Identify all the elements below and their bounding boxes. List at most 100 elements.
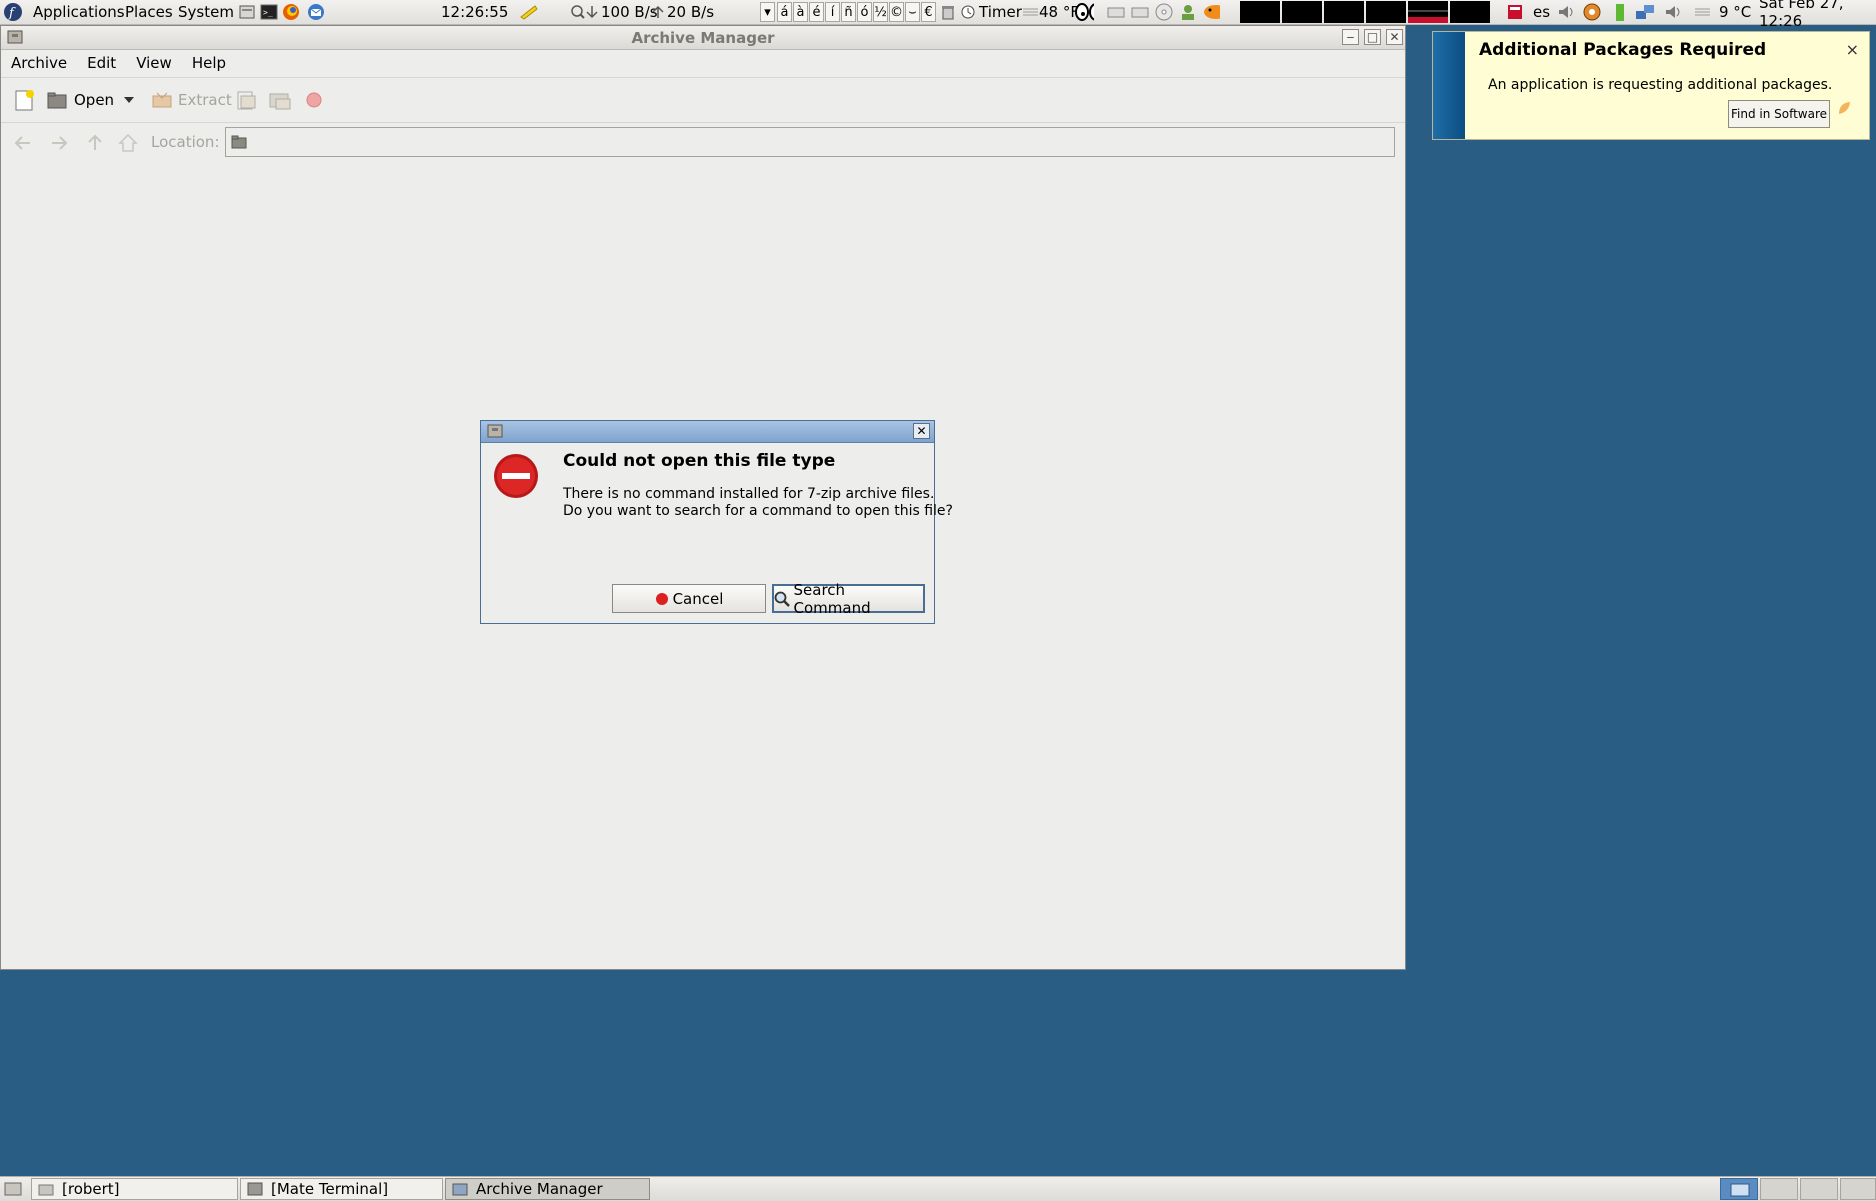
search-command-button[interactable]: Search Command: [772, 581, 925, 617]
thunderbird-launcher-icon[interactable]: [305, 0, 327, 24]
menu-archive[interactable]: Archive: [1, 54, 77, 72]
terminal-icon: [247, 1182, 263, 1196]
open-recent-chevron-down-icon[interactable]: [122, 78, 136, 122]
location-label: Location:: [151, 133, 220, 151]
menu-system[interactable]: System: [178, 0, 234, 24]
fish-wanda-icon[interactable]: [1200, 0, 1220, 24]
memory-load-graph[interactable]: [1282, 1, 1322, 23]
fedora-logo-icon[interactable]: f: [2, 0, 24, 24]
notification-close-icon[interactable]: ×: [1846, 40, 1859, 59]
char-one-half[interactable]: ½: [873, 2, 888, 22]
char-a-grave[interactable]: à: [793, 2, 808, 22]
forward-arrow-icon[interactable]: [49, 133, 69, 153]
dialog-titlebar[interactable]: ✕: [481, 421, 934, 443]
drive-mount-icon-2[interactable]: [1130, 0, 1150, 24]
extract-button[interactable]: Extract: [151, 78, 232, 122]
folder-icon: [38, 1184, 54, 1196]
battery-icon[interactable]: [1610, 0, 1630, 24]
notification-popup[interactable]: Additional Packages Required × An applic…: [1432, 31, 1870, 140]
maximize-button[interactable]: □: [1364, 29, 1381, 45]
up-arrow-icon[interactable]: [85, 133, 105, 153]
archive-manager-icon: [452, 1183, 468, 1196]
eyes-applet-icon: [1074, 0, 1094, 24]
timer-label[interactable]: Timer: [979, 0, 1022, 24]
taskbar-item-mate-terminal[interactable]: [Mate Terminal]: [240, 1178, 443, 1200]
dialog-message-line2: Do you want to search for a command to o…: [563, 503, 953, 519]
net-download-arrow-icon: [585, 0, 599, 24]
weather-fog-icon: [1021, 0, 1041, 24]
trash-applet-icon[interactable]: [938, 0, 958, 24]
bottom-taskbar: [robert] [Mate Terminal] Archive Manager: [0, 1176, 1876, 1201]
net-upload-arrow-icon: [651, 0, 665, 24]
calculator-icon[interactable]: [1505, 0, 1525, 24]
workspace-4[interactable]: [1840, 1178, 1876, 1200]
drive-mount-icon-1[interactable]: [1106, 0, 1126, 24]
cd-drive-icon[interactable]: [1154, 0, 1174, 24]
stop-icon[interactable]: [305, 78, 323, 122]
menu-applications[interactable]: Applications: [33, 0, 125, 24]
dialog-close-button[interactable]: ✕: [913, 423, 930, 439]
sticky-notes-icon[interactable]: [518, 0, 540, 24]
dialog-heading: Could not open this file type: [563, 451, 836, 471]
disk-load-graph[interactable]: [1450, 1, 1490, 23]
dialog-app-icon: [487, 423, 503, 439]
firefox-launcher-icon[interactable]: [280, 0, 302, 24]
minimize-button[interactable]: ‒: [1342, 29, 1359, 45]
home-icon[interactable]: [118, 133, 138, 153]
back-arrow-icon[interactable]: [13, 133, 33, 153]
menu-help[interactable]: Help: [182, 54, 236, 72]
weather-temp-f[interactable]: 48 °F: [1039, 0, 1079, 24]
workspace-2[interactable]: [1760, 1178, 1798, 1200]
volume-icon[interactable]: [1556, 0, 1576, 24]
add-folder-icon[interactable]: [268, 78, 292, 122]
char-a-acute[interactable]: á: [777, 2, 792, 22]
char-o-acute[interactable]: ó: [857, 2, 872, 22]
window-title: Archive Manager: [631, 29, 775, 47]
show-desktop-icon[interactable]: [2, 1178, 24, 1200]
folder-icon: [231, 135, 247, 149]
menu-edit[interactable]: Edit: [77, 54, 126, 72]
terminal-launcher-icon[interactable]: >_: [258, 0, 280, 24]
cancel-icon: [655, 592, 668, 605]
load-average-graph[interactable]: [1408, 1, 1448, 23]
cpu-load-graph[interactable]: [1240, 1, 1280, 23]
panel-datetime[interactable]: Sat Feb 27, 12:26: [1759, 0, 1876, 30]
new-archive-icon[interactable]: [13, 78, 35, 122]
taskbar-item-archive-manager[interactable]: Archive Manager: [445, 1178, 650, 1200]
char-euro[interactable]: €: [921, 2, 936, 22]
close-button[interactable]: ✕: [1386, 29, 1403, 45]
swap-load-graph[interactable]: [1366, 1, 1406, 23]
workspace-1[interactable]: [1720, 1178, 1758, 1200]
timer-clock-icon[interactable]: [958, 0, 978, 24]
taskbar-item-label: [Mate Terminal]: [271, 1180, 389, 1198]
char-e-acute[interactable]: é: [809, 2, 824, 22]
menu-places[interactable]: Places: [125, 0, 173, 24]
keyboard-layout-indicator[interactable]: es: [1533, 0, 1550, 24]
char-copyright[interactable]: ©: [889, 2, 904, 22]
search-command-label: Search Command: [793, 580, 871, 617]
file-manager-launcher-icon[interactable]: [236, 0, 258, 24]
speaker-icon[interactable]: [1663, 0, 1683, 24]
error-icon: [493, 453, 539, 499]
cancel-button[interactable]: Cancel: [612, 584, 766, 613]
location-input[interactable]: [225, 127, 1395, 157]
add-files-icon[interactable]: [235, 78, 257, 122]
char-n-tilde[interactable]: ñ: [841, 2, 856, 22]
find-in-software-button[interactable]: Find in Software: [1728, 100, 1830, 128]
char-i-acute[interactable]: í: [825, 2, 840, 22]
char-palette-dropdown[interactable]: ▾: [760, 2, 775, 22]
cancel-label: Cancel: [672, 589, 724, 608]
open-button[interactable]: Open: [46, 78, 114, 122]
char-smile[interactable]: ⌣: [905, 2, 920, 22]
network-load-graph[interactable]: [1324, 1, 1364, 23]
panel-clock[interactable]: 12:26:55: [441, 0, 508, 24]
notification-title: Additional Packages Required: [1479, 40, 1767, 60]
network-connection-icon[interactable]: [1635, 0, 1655, 24]
user-switcher-icon[interactable]: [1178, 0, 1198, 24]
taskbar-item-robert[interactable]: [robert]: [31, 1178, 238, 1200]
weather-temp-c[interactable]: 9 °C: [1719, 0, 1751, 24]
menu-view[interactable]: View: [126, 54, 182, 72]
workspace-3[interactable]: [1800, 1178, 1838, 1200]
update-notifier-icon[interactable]: [1582, 0, 1602, 24]
window-titlebar[interactable]: Archive Manager ‒ □ ✕: [1, 26, 1405, 50]
